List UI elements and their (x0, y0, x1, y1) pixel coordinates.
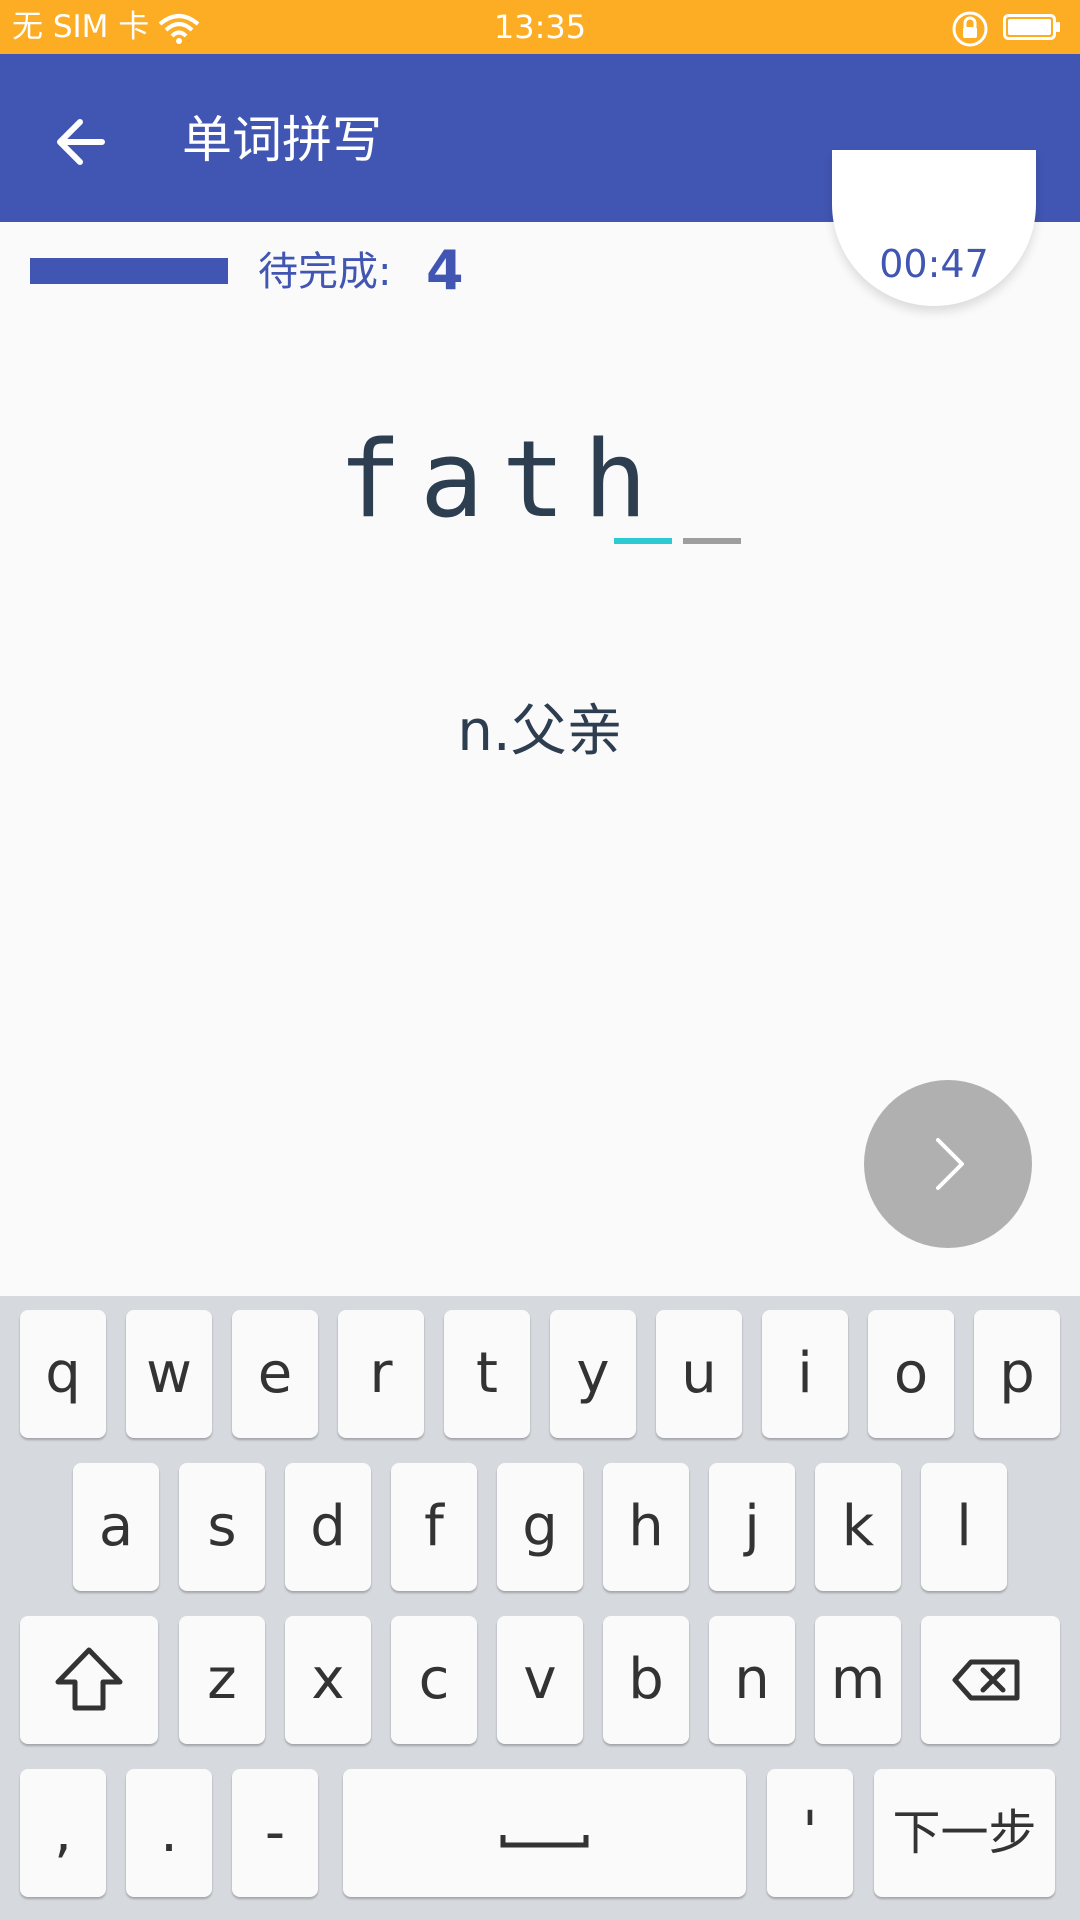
key-c[interactable]: c (391, 1616, 477, 1744)
key-period[interactable]: . (126, 1769, 212, 1897)
chevron-right-icon (936, 1138, 964, 1190)
key-comma[interactable]: , (20, 1769, 106, 1897)
key-g[interactable]: g (497, 1463, 583, 1591)
key-dash[interactable]: - (232, 1769, 318, 1897)
key-u[interactable]: u (656, 1310, 742, 1438)
key-b[interactable]: b (603, 1616, 689, 1744)
key-t[interactable]: t (444, 1310, 530, 1438)
backspace-icon (952, 1659, 1020, 1701)
key-x[interactable]: x (285, 1616, 371, 1744)
lock-rotate-icon (952, 11, 988, 47)
progress-bar (30, 258, 228, 284)
next-step-key[interactable]: 下一步 (874, 1769, 1055, 1897)
key-q[interactable]: q (20, 1310, 106, 1438)
key-j[interactable]: j (709, 1463, 795, 1591)
key-l[interactable]: l (921, 1463, 1007, 1591)
backspace-key[interactable] (921, 1616, 1060, 1744)
key-h[interactable]: h (603, 1463, 689, 1591)
key-z[interactable]: z (179, 1616, 265, 1744)
key-m[interactable]: m (815, 1616, 901, 1744)
status-time: 13:35 (493, 8, 587, 46)
space-key[interactable] (343, 1769, 746, 1897)
next-button[interactable] (864, 1080, 1032, 1248)
key-s[interactable]: s (179, 1463, 265, 1591)
space-icon (500, 1835, 589, 1848)
shift-key[interactable] (20, 1616, 158, 1744)
battery-icon (1003, 14, 1060, 40)
timer-text: 00:47 (879, 242, 989, 286)
progress-fill (30, 258, 228, 284)
key-e[interactable]: e (232, 1310, 318, 1438)
back-button[interactable] (40, 106, 130, 176)
keyboard: q w e r t y u i o p a s d f g h j k l z … (0, 1296, 1080, 1920)
word-letters: fath (338, 418, 666, 541)
key-f[interactable]: f (391, 1463, 477, 1591)
status-bar: 无 SIM 卡 13:35 (0, 0, 1080, 54)
key-a[interactable]: a (73, 1463, 159, 1591)
key-v[interactable]: v (497, 1616, 583, 1744)
key-p[interactable]: p (974, 1310, 1060, 1438)
timer-badge: 00:47 (832, 150, 1036, 306)
page-title: 单词拼写 (182, 111, 382, 169)
key-o[interactable]: o (868, 1310, 954, 1438)
key-k[interactable]: k (815, 1463, 901, 1591)
key-apostrophe[interactable]: ' (767, 1769, 853, 1897)
word-meaning: n.父亲 (457, 699, 623, 764)
letter-blank-active (614, 538, 672, 544)
word-display: fath (0, 420, 1080, 550)
letter-blank (683, 538, 741, 544)
key-i[interactable]: i (762, 1310, 848, 1438)
shift-icon (55, 1647, 123, 1711)
key-r[interactable]: r (338, 1310, 424, 1438)
remaining-count: 4 (426, 239, 464, 302)
key-y[interactable]: y (550, 1310, 636, 1438)
key-w[interactable]: w (126, 1310, 212, 1438)
key-n[interactable]: n (709, 1616, 795, 1744)
arrow-left-icon (57, 119, 105, 165)
remaining-label: 待完成: (258, 249, 392, 295)
key-d[interactable]: d (285, 1463, 371, 1591)
